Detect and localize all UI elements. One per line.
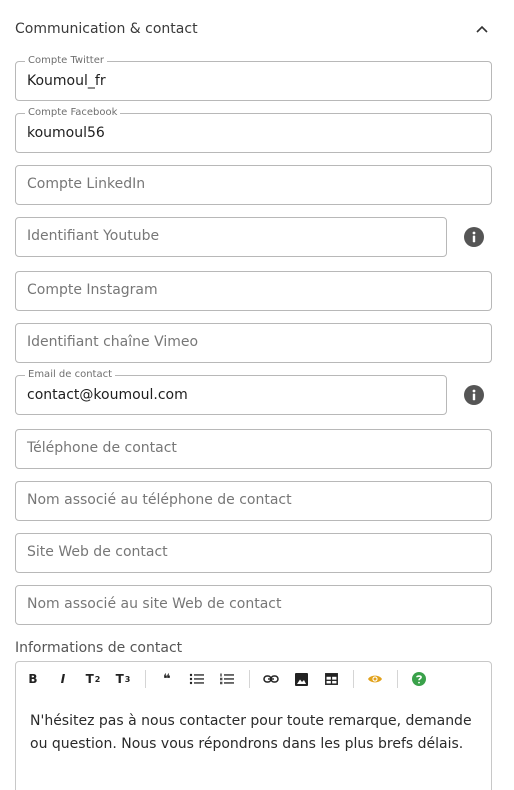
phone-field[interactable]: Téléphone de contact [15,429,492,469]
section-title: Communication & contact [15,21,198,37]
table-icon [324,673,338,685]
editor-toolbar: B I T2 T3 ❝ [16,662,491,696]
vimeo-field-placeholder: Identifiant chaîne Vimeo [27,334,199,350]
link-icon [263,675,279,683]
help-icon [412,672,426,686]
email-field-value: contact@koumoul.com [27,387,188,403]
phone-name-field[interactable]: Nom associé au téléphone de contact [15,481,492,521]
email-info-icon[interactable] [464,385,484,405]
bullet-list-button[interactable] [186,669,208,689]
heading3-sub: 3 [124,674,131,684]
help-button[interactable] [408,669,430,689]
vimeo-field[interactable]: Identifiant chaîne Vimeo [15,323,492,363]
instagram-field-placeholder: Compte Instagram [27,282,158,298]
linkedin-field-placeholder: Compte LinkedIn [27,176,146,192]
image-icon [294,672,308,686]
website-name-field[interactable]: Nom associé au site Web de contact [15,585,492,625]
table-button[interactable] [320,669,342,689]
contact-info-editor[interactable]: B I T2 T3 ❝ N'hésitez pas à nous contact… [15,661,492,790]
toolbar-divider [353,670,354,688]
website-field-placeholder: Site Web de contact [27,544,168,560]
ordered-list-icon [220,673,234,685]
toolbar-divider [397,670,398,688]
heading3-button[interactable]: T3 [112,669,134,689]
twitter-field-value: Koumoul_fr [27,73,106,89]
phone-field-placeholder: Téléphone de contact [27,440,177,456]
contact-info-label: Informations de contact [15,640,183,656]
website-name-field-placeholder: Nom associé au site Web de contact [27,596,282,612]
twitter-field-label: Compte Twitter [25,54,107,68]
eye-icon [368,675,382,683]
image-button[interactable] [290,669,312,689]
youtube-info-icon[interactable] [464,227,484,247]
editor-content[interactable]: N'hésitez pas à nous contacter pour tout… [30,710,480,756]
toolbar-divider [249,670,250,688]
facebook-field[interactable]: Compte Facebook koumoul56 [15,106,492,153]
bullet-list-icon [189,673,204,685]
email-field-label: Email de contact [25,368,116,382]
italic-button[interactable]: I [52,669,74,689]
instagram-field[interactable]: Compte Instagram [15,271,492,311]
heading2-button[interactable]: T2 [82,669,104,689]
facebook-field-value: koumoul56 [27,125,105,141]
facebook-field-label: Compte Facebook [25,106,121,120]
quote-button[interactable]: ❝ [156,669,178,689]
chevron-up-icon[interactable] [475,22,489,36]
ordered-list-button[interactable] [216,669,238,689]
website-field[interactable]: Site Web de contact [15,533,492,573]
twitter-field[interactable]: Compte Twitter Koumoul_fr [15,54,492,101]
toolbar-divider [145,670,146,688]
heading3-label: T [115,672,124,686]
heading2-sub: 2 [94,674,101,684]
heading2-label: T [85,672,94,686]
youtube-field[interactable]: Identifiant Youtube [15,217,447,257]
email-field[interactable]: Email de contact contact@koumoul.com [15,368,447,415]
phone-name-field-placeholder: Nom associé au téléphone de contact [27,492,292,508]
linkedin-field[interactable]: Compte LinkedIn [15,165,492,205]
bold-button[interactable]: B [22,669,44,689]
section-header[interactable]: Communication & contact [15,18,495,40]
youtube-field-placeholder: Identifiant Youtube [27,228,160,244]
link-button[interactable] [260,669,282,689]
preview-button[interactable] [364,669,386,689]
